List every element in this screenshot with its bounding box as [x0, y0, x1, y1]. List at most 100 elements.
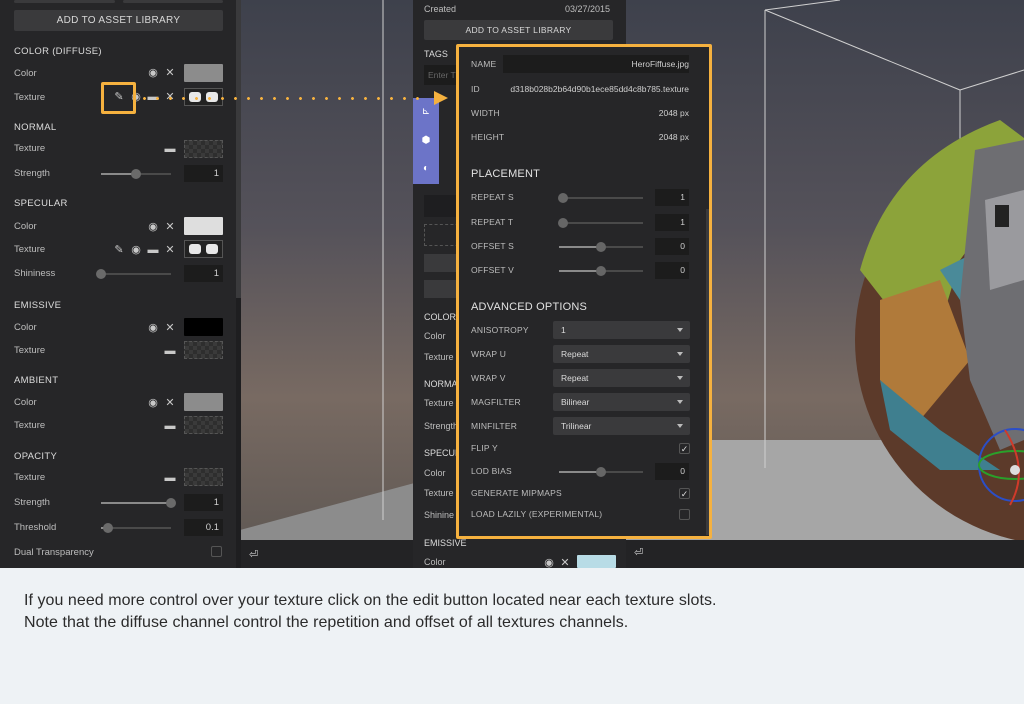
wrap-v-select[interactable]: Repeat — [553, 369, 690, 387]
eye-icon[interactable]: ◉ — [147, 67, 159, 79]
threshold-value[interactable]: 0.1 — [184, 519, 223, 536]
left-panel-scrollbar[interactable] — [236, 0, 241, 568]
folder-icon[interactable]: ▬ — [164, 143, 176, 155]
wrap-u-select[interactable]: Repeat — [553, 345, 690, 363]
section-specular: SPECULAR — [14, 198, 68, 209]
close-icon[interactable]: ✕ — [164, 221, 176, 233]
threshold-slider[interactable] — [101, 523, 171, 533]
close-icon[interactable]: ✕ — [164, 244, 176, 256]
lod-bias-slider[interactable] — [559, 467, 643, 477]
eye-icon[interactable]: ◉ — [147, 322, 159, 334]
specular-color-label: Color — [14, 221, 37, 232]
slider-fill — [559, 471, 601, 473]
caption-line-2: Note that the diffuse channel control th… — [24, 614, 629, 631]
close-icon[interactable]: ✕ — [164, 322, 176, 334]
section-emissive: EMISSIVE — [14, 300, 62, 311]
magfilter-select[interactable]: Bilinear — [553, 393, 690, 411]
folder-icon[interactable]: ▬ — [147, 244, 159, 256]
eye-icon[interactable]: ◉ — [147, 397, 159, 409]
shininess-value[interactable]: 1 — [184, 265, 223, 282]
repeat-s-slider[interactable] — [558, 193, 643, 203]
offset-v-label: OFFSET V — [471, 265, 515, 275]
diffuse-color-swatch[interactable] — [184, 64, 223, 82]
strength-label: Strength — [424, 421, 459, 431]
slider-knob[interactable] — [103, 523, 113, 533]
axis-icon[interactable]: ⊾ — [420, 106, 432, 118]
slider-knob[interactable] — [596, 467, 606, 477]
name-value[interactable]: HeroFiffuse.jpg — [632, 59, 689, 69]
opacity-texture-slot[interactable] — [184, 468, 223, 486]
emissive-texture-label: Texture — [14, 345, 46, 356]
generate-mipmaps-label: GENERATE MIPMAPS — [471, 488, 562, 498]
offset-s-value[interactable]: 0 — [655, 238, 689, 255]
load-lazily-checkbox[interactable] — [679, 509, 690, 520]
repeat-s-label: REPEAT S — [471, 192, 514, 202]
offset-v-slider[interactable] — [559, 266, 643, 276]
folder-icon[interactable]: ▬ — [164, 345, 176, 357]
anisotropy-label: ANISOTROPY — [471, 325, 529, 335]
ambient-texture-slot[interactable] — [184, 416, 223, 434]
normal-strength-slider[interactable] — [101, 169, 171, 179]
eye-icon[interactable]: ◉ — [543, 557, 555, 568]
connector-arrow — [434, 91, 448, 105]
id-value: d318b028b2b64d90b1ece85dd4c8b785.texture — [510, 84, 689, 94]
eye-icon[interactable]: ◉ — [147, 221, 159, 233]
exit-icon[interactable]: ⏎ — [249, 548, 258, 561]
specular-color-swatch[interactable] — [184, 217, 223, 235]
close-icon[interactable]: ✕ — [164, 397, 176, 409]
opacity-strength-value[interactable]: 1 — [184, 494, 223, 511]
offset-v-value[interactable]: 0 — [655, 262, 689, 279]
slider-knob[interactable] — [131, 169, 141, 179]
dual-transparency-checkbox[interactable] — [211, 546, 222, 557]
add-to-asset-library-button[interactable]: ADD TO ASSET LIBRARY — [14, 10, 223, 31]
tags-label: TAGS — [424, 49, 448, 59]
slider-knob[interactable] — [558, 218, 568, 228]
edit-pencil-icon[interactable]: ✎ — [113, 244, 125, 256]
material-icon[interactable]: ◐ — [420, 163, 432, 175]
top-button-fragment-1[interactable] — [14, 0, 115, 3]
slider-knob[interactable] — [558, 193, 568, 203]
slider-knob[interactable] — [96, 269, 106, 279]
ambient-color-swatch[interactable] — [184, 393, 223, 411]
shininess-slider[interactable] — [96, 269, 171, 279]
opacity-strength-slider[interactable] — [101, 498, 176, 508]
flip-y-checkbox[interactable]: ✓ — [679, 443, 690, 454]
slider-fill — [559, 270, 601, 272]
anisotropy-select[interactable]: 1 — [553, 321, 690, 339]
exit-icon[interactable]: ⏎ — [634, 546, 643, 559]
lod-bias-label: LOD BIAS — [471, 466, 512, 476]
normal-texture-slot[interactable] — [184, 140, 223, 158]
minfilter-label: MINFILTER — [471, 421, 518, 431]
slider-knob[interactable] — [596, 242, 606, 252]
repeat-t-value[interactable]: 1 — [655, 214, 689, 231]
close-icon[interactable]: ✕ — [559, 557, 571, 568]
popup-scrollbar[interactable] — [706, 209, 709, 535]
minfilter-select[interactable]: Trilinear — [553, 417, 690, 435]
eye-icon[interactable]: ◉ — [130, 244, 142, 256]
slider-knob[interactable] — [596, 266, 606, 276]
offset-s-slider[interactable] — [559, 242, 643, 252]
add-to-asset-library-button-2[interactable]: ADD TO ASSET LIBRARY — [424, 20, 613, 40]
shininess-label: Shinine — [424, 510, 455, 520]
top-button-fragment-2[interactable] — [123, 0, 223, 3]
generate-mipmaps-checkbox[interactable]: ✓ — [679, 488, 690, 499]
repeat-s-value[interactable]: 1 — [655, 189, 689, 206]
repeat-t-label: REPEAT T — [471, 217, 514, 227]
cube-icon[interactable]: ⬢ — [420, 135, 432, 147]
normal-strength-value[interactable]: 1 — [184, 165, 223, 182]
diffuse-texture-label: Texture — [14, 92, 46, 103]
repeat-t-slider[interactable] — [558, 218, 643, 228]
scrollbar-thumb[interactable] — [236, 0, 241, 298]
emissive-texture-slot[interactable] — [184, 341, 223, 359]
folder-icon[interactable]: ▬ — [164, 472, 176, 484]
emissive-color-swatch-2[interactable] — [577, 555, 616, 568]
folder-icon[interactable]: ▬ — [164, 420, 176, 432]
slider-knob[interactable] — [166, 498, 176, 508]
normal-strength-label: Strength — [14, 168, 50, 179]
lod-bias-value[interactable]: 0 — [655, 463, 689, 480]
close-icon[interactable]: ✕ — [164, 67, 176, 79]
specular-texture-thumbnail[interactable] — [184, 240, 223, 258]
threshold-label: Threshold — [14, 522, 57, 533]
emissive-color-swatch[interactable] — [184, 318, 223, 336]
section-opacity: OPACITY — [14, 451, 58, 462]
